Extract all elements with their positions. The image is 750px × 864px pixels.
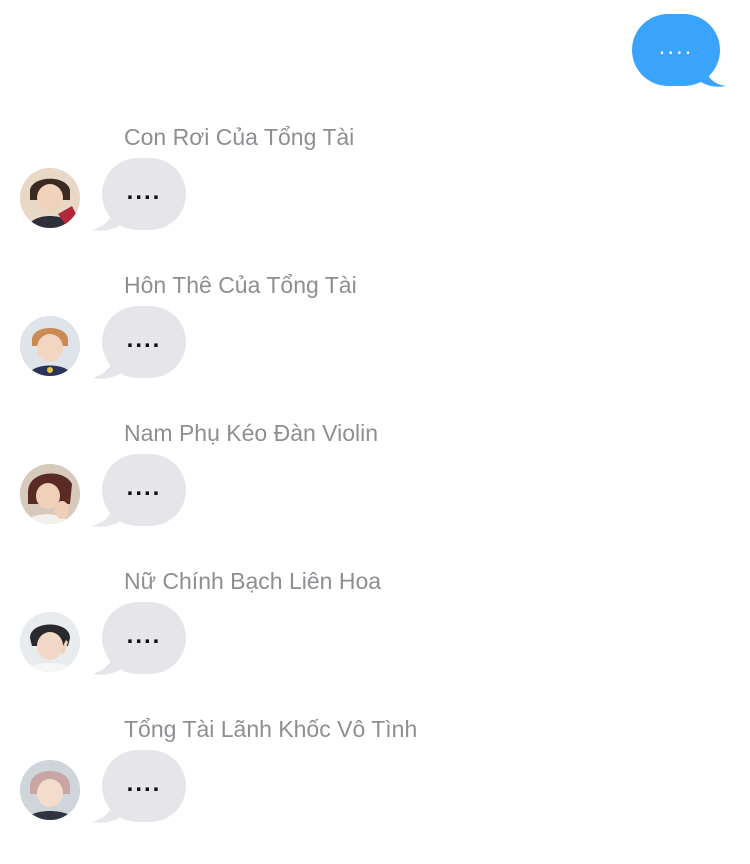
received-message[interactable]: .... — [92, 602, 188, 676]
message-group: Tổng Tài Lãnh Khốc Vô Tình .... — [0, 716, 750, 864]
sender-name: Nam Phụ Kéo Đàn Violin — [124, 420, 378, 446]
avatar[interactable] — [20, 760, 80, 820]
message-group: Con Rơi Của Tổng Tài .... — [0, 124, 750, 272]
received-message[interactable]: .... — [92, 306, 188, 380]
avatar[interactable] — [20, 316, 80, 376]
received-message-text: .... — [126, 622, 162, 649]
received-message-text: .... — [126, 178, 162, 205]
avatar-photo-icon — [20, 464, 80, 524]
avatar[interactable] — [20, 168, 80, 228]
message-group: Nữ Chính Bạch Liên Hoa .... — [0, 568, 750, 716]
avatar-photo-icon — [20, 316, 80, 376]
message-group: Nam Phụ Kéo Đàn Violin .... — [0, 420, 750, 568]
avatar-photo-icon — [20, 612, 80, 672]
avatar-photo-icon — [20, 168, 80, 228]
received-message-text: .... — [126, 474, 162, 501]
received-message-bubble[interactable]: .... — [102, 158, 186, 230]
received-message-text: .... — [126, 326, 162, 353]
sent-message-bubble[interactable]: .... — [632, 14, 720, 86]
received-message-bubble[interactable]: .... — [102, 454, 186, 526]
sender-name: Nữ Chính Bạch Liên Hoa — [124, 568, 382, 594]
received-message-text: .... — [126, 770, 162, 797]
received-message-bubble[interactable]: .... — [102, 750, 186, 822]
received-message-bubble[interactable]: .... — [102, 306, 186, 378]
avatar-photo-icon — [20, 760, 80, 820]
avatar[interactable] — [20, 464, 80, 524]
sent-message[interactable]: .... — [632, 14, 728, 88]
received-message[interactable]: .... — [92, 158, 188, 232]
sender-name: Hôn Thê Của Tổng Tài — [124, 272, 357, 298]
avatar[interactable] — [20, 612, 80, 672]
sender-name: Con Rơi Của Tổng Tài — [124, 124, 355, 150]
sender-name: Tổng Tài Lãnh Khốc Vô Tình — [124, 716, 418, 742]
message-group: Hôn Thê Của Tổng Tài .... — [0, 272, 750, 420]
received-message[interactable]: .... — [92, 750, 188, 824]
sent-message-text: .... — [658, 33, 694, 60]
received-message-bubble[interactable]: .... — [102, 602, 186, 674]
received-message[interactable]: .... — [92, 454, 188, 528]
